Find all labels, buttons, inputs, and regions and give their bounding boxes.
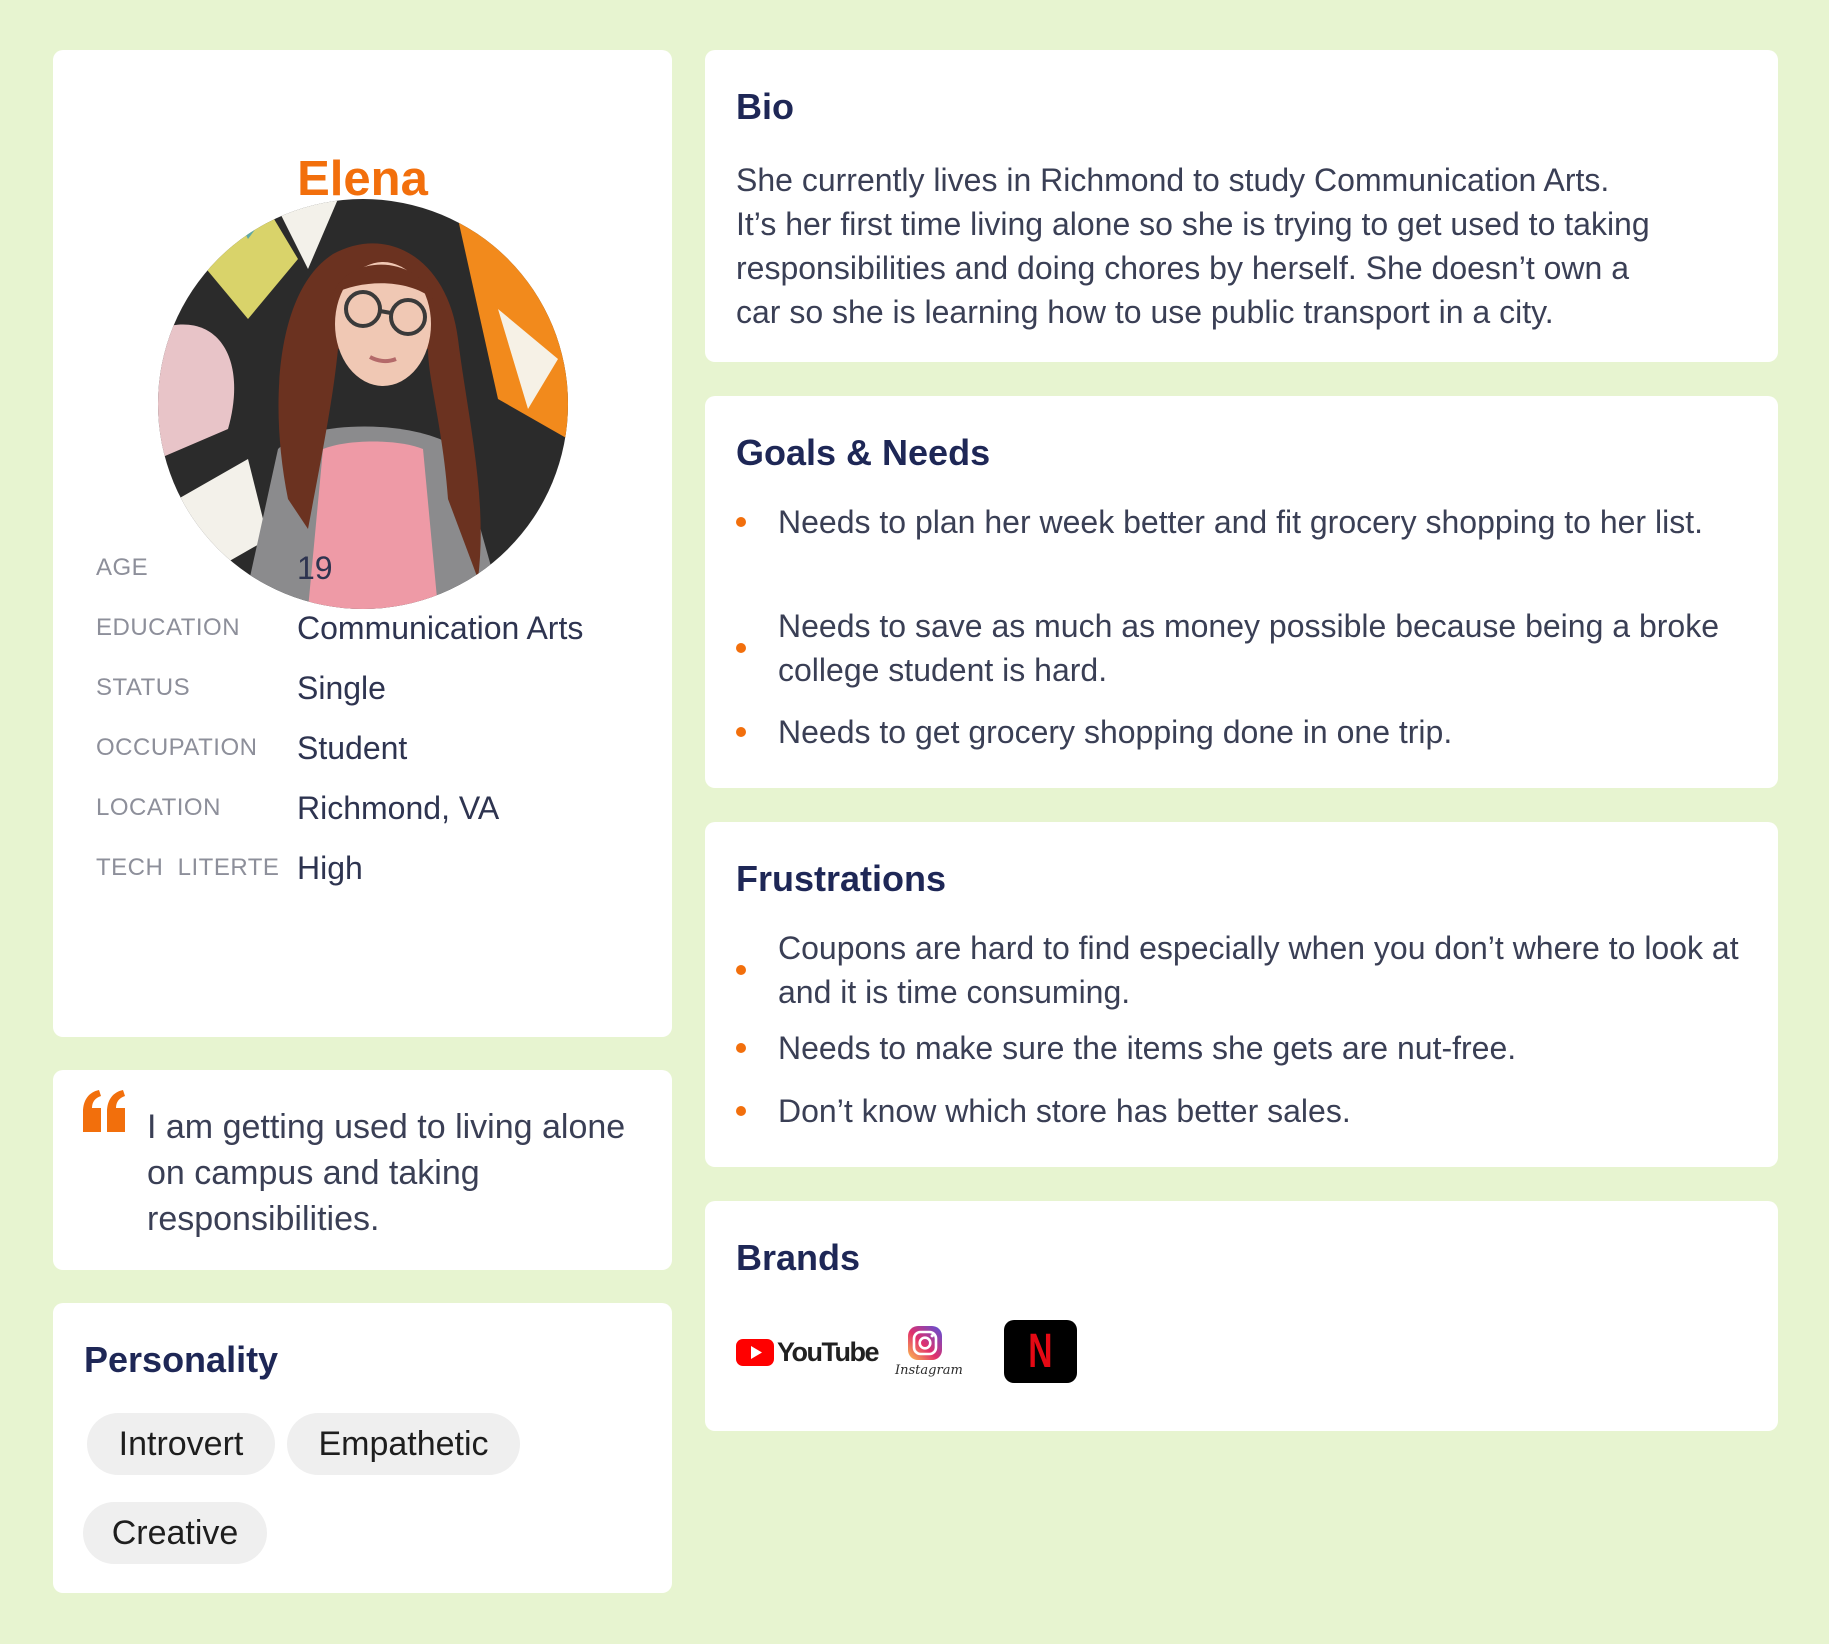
bio-title: Bio [736, 86, 794, 127]
netflix-logo: N [1004, 1320, 1077, 1383]
bullet-dot-icon [736, 727, 746, 737]
quote-text: I am getting used to living alone on cam… [147, 1108, 626, 1238]
frustrations-card: Frustrations Coupons are hard to find es… [705, 822, 1778, 1167]
youtube-play-icon [736, 1339, 774, 1366]
goals-card: Goals & Needs Needs to plan her week bet… [705, 396, 1778, 788]
bullet-dot-icon [736, 643, 746, 653]
bullet-dot-icon [736, 1043, 746, 1053]
list-item: Needs to save as much as money possible … [736, 604, 1758, 692]
info-row-education: EDUCATION Communication Arts [96, 608, 652, 648]
bio-line: car so she is learning how to use public… [736, 294, 1554, 330]
info-value: Richmond, VA [297, 789, 500, 826]
info-value: 19 [297, 549, 333, 586]
list-item: Coupons are hard to find especially when… [736, 926, 1758, 1014]
frustration-text: Coupons are hard to find especially when… [778, 930, 1739, 1010]
netflix-n-icon: N [1028, 1325, 1053, 1378]
info-row-status: STATUS Single [96, 668, 652, 708]
bullet-dot-icon [736, 965, 746, 975]
bio-line: responsibilities and doing chores by her… [736, 250, 1629, 286]
info-label: OCCUPATION [96, 734, 258, 761]
info-label: LOCATION [96, 794, 221, 821]
brands-title: Brands [736, 1237, 861, 1278]
goals-title: Goals & Needs [736, 432, 991, 473]
goal-text: Needs to plan her week better and fit gr… [778, 504, 1703, 540]
brands-card: Brands YouTube Instagram N [705, 1201, 1778, 1431]
youtube-logo: YouTube [736, 1337, 879, 1368]
bio-card: Bio She currently lives in Richmond to s… [705, 50, 1778, 362]
trait-pill-creative: Creative [83, 1502, 267, 1564]
info-value: Student [297, 729, 408, 766]
bio-line: It’s her first time living alone so she … [736, 206, 1650, 242]
info-label: AGE [96, 554, 149, 581]
frustration-text: Needs to make sure the items she gets ar… [778, 1030, 1517, 1066]
profile-card: Elena AGE 19 EDUCATION Communication Art… [53, 50, 672, 1037]
info-row-occupation: OCCUPATION Student [96, 728, 652, 768]
info-value: Communication Arts [297, 609, 584, 646]
list-item: Needs to plan her week better and fit gr… [736, 500, 1758, 544]
bio-text: She currently lives in Richmond to study… [736, 158, 1746, 334]
info-row-tech-literacy: TECH LITERTE High [96, 848, 652, 888]
quote-card: I am getting used to living alone on cam… [53, 1070, 672, 1270]
bio-line: She currently lives in Richmond to study… [736, 162, 1610, 198]
info-row-age: AGE 19 [96, 548, 652, 588]
info-label: EDUCATION [96, 614, 241, 641]
trait-pill-introvert: Introvert [87, 1413, 275, 1475]
bullet-dot-icon [736, 517, 746, 527]
trait-pill-empathetic: Empathetic [287, 1413, 520, 1475]
quote-icon [83, 1090, 125, 1132]
instagram-camera-icon [908, 1326, 942, 1360]
goal-text: Needs to save as much as money possible … [778, 608, 1719, 688]
personality-title: Personality [84, 1339, 279, 1380]
info-value: Single [297, 669, 386, 706]
frustrations-title: Frustrations [736, 858, 947, 899]
info-label: TECH LITERTE [96, 854, 280, 881]
instagram-logo: Instagram [895, 1325, 963, 1378]
goal-text: Needs to get grocery shopping done in on… [778, 714, 1453, 750]
info-row-location: LOCATION Richmond, VA [96, 788, 652, 828]
bullet-dot-icon [736, 1106, 746, 1116]
list-item: Needs to get grocery shopping done in on… [736, 710, 1758, 754]
personality-card: Personality Introvert Empathetic Creativ… [53, 1303, 672, 1593]
info-value: High [297, 849, 363, 886]
instagram-wordmark: Instagram [895, 1363, 963, 1378]
youtube-wordmark: YouTube [777, 1337, 879, 1367]
list-item: Don’t know which store has better sales. [736, 1089, 1758, 1133]
list-item: Needs to make sure the items she gets ar… [736, 1026, 1758, 1070]
frustration-text: Don’t know which store has better sales. [778, 1093, 1351, 1129]
info-label: STATUS [96, 674, 191, 701]
